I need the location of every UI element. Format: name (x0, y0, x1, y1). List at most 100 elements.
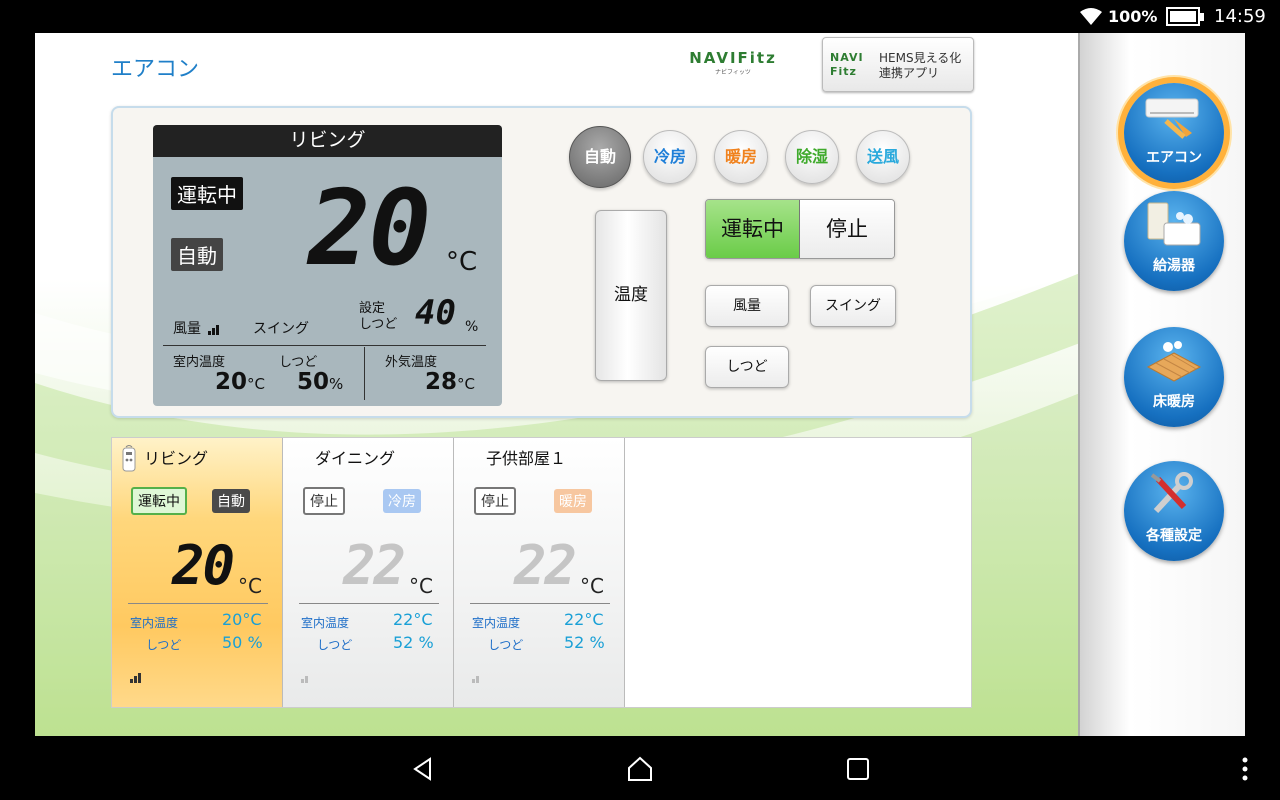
clock: 14:59 (1214, 6, 1266, 27)
room-indoor-temp: 20°C (222, 610, 262, 629)
power-off-button[interactable]: 停止 (800, 200, 894, 258)
room-humidity-label: しつど (488, 638, 524, 652)
mode-dry-button[interactable]: 除湿 (785, 130, 839, 184)
lcd-set-humidity-unit: % (465, 319, 479, 335)
signal-icon (130, 673, 141, 683)
navifitz-logo: NAVIFitz ナビフィッツ (689, 49, 777, 76)
lcd-indoor-temp-label: 室内温度 (173, 355, 226, 370)
room-card-living[interactable]: リビング 運転中 自動 20 °C 室内温度 20°C しつど 50 % (112, 438, 283, 707)
control-panel: リビング 運転中 自動 20 °C 風量 スイング 設定 しつど 40 % 室内… (111, 106, 972, 418)
room-status: 停止 (303, 487, 345, 515)
signal-icon (472, 676, 479, 683)
lcd-mode: 自動 (171, 238, 223, 271)
room-indoor-temp: 22°C (393, 610, 433, 629)
mode-heat-button[interactable]: 暖房 (714, 130, 768, 184)
lcd-indoor-temp: 20°C (215, 369, 265, 395)
room-humidity-label: しつど (317, 638, 353, 652)
room-humidity-label: しつど (146, 638, 182, 652)
lcd-humidity: 50% (297, 369, 344, 395)
nav-label: 給湯器 (1153, 258, 1195, 274)
room-temp-unit: °C (580, 574, 604, 598)
room-indoor-temp: 22°C (564, 610, 604, 629)
mode-auto-button[interactable]: 自動 (569, 126, 631, 188)
room-set-temp: 20 (172, 534, 235, 597)
power-on-button[interactable]: 運転中 (706, 200, 800, 258)
page-title: エアコン (111, 57, 200, 82)
room-status: 停止 (474, 487, 516, 515)
lcd-outdoor-temp: 28°C (425, 369, 475, 395)
room-indoor-label: 室内温度 (130, 616, 179, 630)
lcd-divider-vertical (364, 347, 365, 400)
lcd-set-humidity: 40 (415, 293, 456, 333)
signal-icon (208, 324, 220, 335)
room-humidity: 52 % (393, 633, 434, 652)
hems-link-button[interactable]: NAVI Fitz HEMS見える化 連携アプリ (822, 37, 974, 92)
lcd-status: 運転中 (171, 177, 243, 210)
navifitz-mark: NAVI Fitz (830, 51, 864, 78)
nav-label: 床暖房 (1153, 394, 1195, 410)
room-temp-unit: °C (238, 574, 262, 598)
lcd-humidity-label: しつど (279, 355, 318, 370)
lcd-set-humidity-label: 設定 しつど (359, 301, 398, 332)
air-conditioner-icon (1145, 98, 1199, 139)
lcd-display: リビング 運転中 自動 20 °C 風量 スイング 設定 しつど 40 % 室内… (153, 125, 502, 406)
swing-button[interactable]: スイング (810, 285, 896, 327)
room-mode: 暖房 (554, 489, 592, 513)
battery-percent: 100% (1108, 7, 1158, 26)
status-bar: 100% 14:59 (0, 0, 1280, 33)
hems-label: HEMS見える化 連携アプリ (879, 51, 962, 80)
fan-speed-button[interactable]: 風量 (705, 285, 789, 327)
room-divider (470, 603, 610, 604)
room-set-temp: 22 (514, 534, 577, 597)
room-list: リビング 運転中 自動 20 °C 室内温度 20°C しつど 50 % ダイニ… (111, 437, 972, 708)
lcd-set-temp: 20 (308, 167, 431, 289)
room-humidity: 52 % (564, 633, 605, 652)
room-name: 子供部屋１ (486, 449, 567, 468)
back-icon[interactable] (408, 754, 438, 784)
room-divider (299, 603, 439, 604)
lcd-room-name: リビング (153, 125, 502, 157)
remote-icon (122, 445, 136, 472)
lcd-swing-label: スイング (253, 321, 309, 337)
mode-fan-button[interactable]: 送風 (856, 130, 910, 184)
nav-label: 各種設定 (1146, 528, 1202, 544)
wifi-icon (1080, 8, 1102, 25)
room-mode: 自動 (212, 489, 250, 513)
nav-floor-heating[interactable]: 床暖房 (1124, 327, 1224, 427)
room-name: リビング (144, 449, 209, 468)
room-name: ダイニング (315, 449, 396, 468)
mode-cool-button[interactable]: 冷房 (643, 130, 697, 184)
water-heater-icon (1147, 202, 1201, 246)
room-indoor-label: 室内温度 (472, 616, 521, 630)
room-temp-unit: °C (409, 574, 433, 598)
signal-icon (301, 676, 308, 683)
nav-label: エアコン (1146, 150, 1202, 166)
system-navigation-bar (0, 736, 1280, 800)
room-status: 運転中 (131, 487, 187, 515)
room-set-temp: 22 (343, 534, 406, 597)
overflow-menu-icon[interactable] (1230, 754, 1260, 784)
recents-icon[interactable] (843, 754, 873, 784)
room-divider (128, 603, 268, 604)
power-toggle: 運転中 停止 (705, 199, 895, 259)
lcd-outdoor-temp-label: 外気温度 (385, 355, 438, 370)
room-indoor-label: 室内温度 (301, 616, 350, 630)
tools-icon (1150, 472, 1193, 514)
temperature-button[interactable]: 温度 (595, 210, 667, 381)
floor-heating-icon (1146, 341, 1202, 382)
room-card-dining[interactable]: ダイニング 停止 冷房 22 °C 室内温度 22°C しつど 52 % (283, 438, 454, 707)
nav-water-heater[interactable]: 給湯器 (1124, 191, 1224, 291)
humidity-button[interactable]: しつど (705, 346, 789, 388)
room-humidity: 50 % (222, 633, 263, 652)
lcd-fan-label: 風量 (173, 318, 222, 338)
nav-settings[interactable]: 各種設定 (1124, 461, 1224, 561)
app-screen: エアコン NAVIFitz ナビフィッツ NAVI Fitz HEMS見える化 … (35, 33, 1245, 736)
lcd-temp-unit: °C (446, 247, 478, 277)
side-navigation: エアコン 給湯器 床暖房 各種設定 (1078, 33, 1245, 736)
room-card-kids-room[interactable]: 子供部屋１ 停止 暖房 22 °C 室内温度 22°C しつど 52 % (454, 438, 625, 707)
nav-air-conditioner[interactable]: エアコン (1124, 83, 1224, 183)
room-mode: 冷房 (383, 489, 421, 513)
battery-icon (1166, 7, 1204, 26)
home-icon[interactable] (625, 754, 655, 784)
lcd-divider (163, 345, 486, 346)
